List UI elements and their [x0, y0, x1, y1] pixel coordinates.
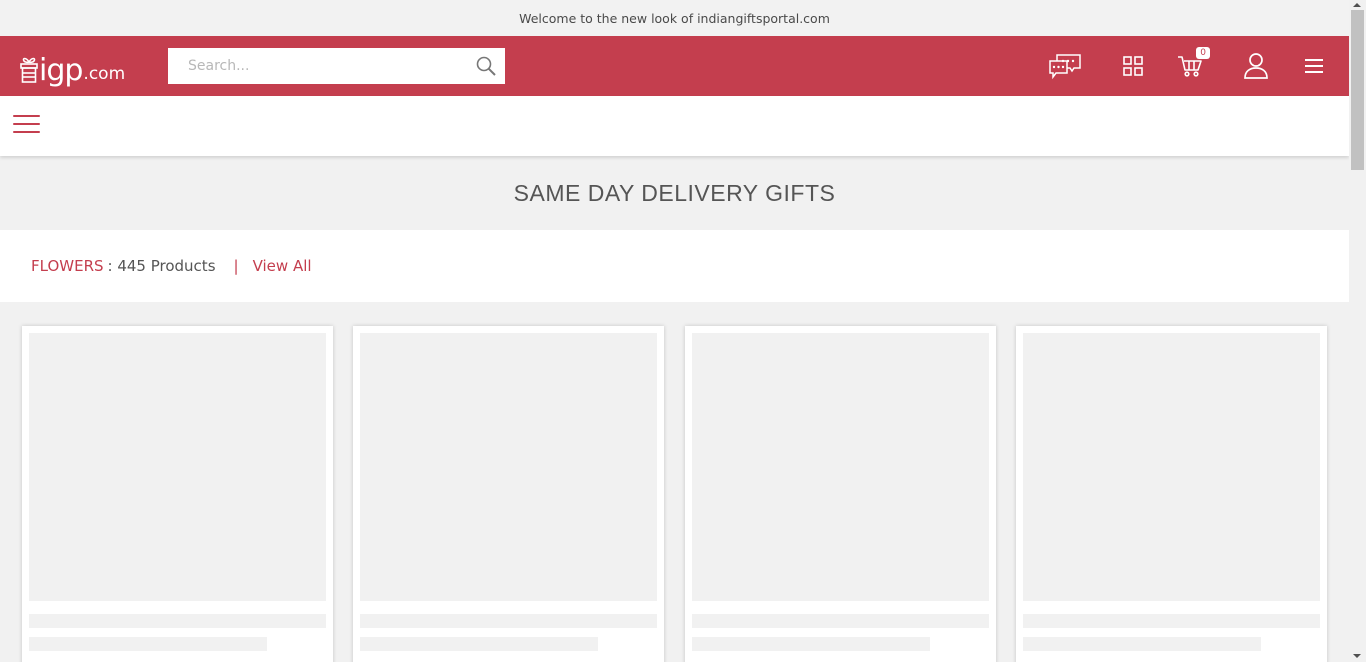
announcement-text: Welcome to the new look of indiangiftspo…	[519, 10, 830, 26]
menu-button[interactable]	[1296, 50, 1332, 82]
product-title-placeholder	[29, 614, 326, 628]
search-icon	[476, 56, 496, 76]
product-card-placeholder[interactable]	[685, 326, 996, 662]
category-header: FLOWERS : 445 Products | View All	[0, 230, 1349, 302]
scrollbar-thumb[interactable]	[1351, 10, 1364, 170]
vertical-scrollbar[interactable]	[1349, 0, 1366, 662]
site-logo[interactable]: igp .com	[20, 46, 125, 86]
product-image-placeholder	[692, 333, 989, 601]
product-count: : 445 Products	[107, 257, 216, 275]
category-name: FLOWERS	[31, 257, 104, 275]
logo-suffix: .com	[83, 64, 126, 84]
search-bar	[168, 48, 505, 84]
gift-logo-icon	[20, 57, 38, 83]
search-input[interactable]	[168, 48, 467, 84]
user-icon	[1244, 53, 1268, 79]
product-price-placeholder	[692, 637, 930, 651]
product-card-placeholder[interactable]	[353, 326, 664, 662]
product-image-placeholder	[1023, 333, 1320, 601]
product-title-placeholder	[360, 614, 657, 628]
grid-icon	[1123, 56, 1143, 76]
account-button[interactable]	[1238, 50, 1274, 82]
product-card-placeholder[interactable]	[22, 326, 333, 662]
search-button[interactable]	[467, 48, 505, 84]
product-price-placeholder	[360, 637, 598, 651]
category-menu-icon[interactable]	[13, 114, 41, 134]
product-price-placeholder	[29, 637, 267, 651]
product-title-placeholder	[1023, 614, 1320, 628]
product-title-placeholder	[692, 614, 989, 628]
product-image-placeholder	[360, 333, 657, 601]
view-all-link[interactable]: View All	[253, 257, 312, 275]
logo-text: igp	[39, 53, 83, 88]
scroll-up-arrow-icon[interactable]	[1353, 3, 1361, 7]
sub-navigation	[0, 96, 1349, 156]
product-card-placeholder[interactable]	[1016, 326, 1327, 662]
chat-bubbles-icon	[1049, 54, 1081, 80]
chat-button[interactable]	[1047, 50, 1083, 82]
product-image-placeholder	[29, 333, 326, 601]
product-price-placeholder	[1023, 637, 1261, 651]
cart-count-badge: 0	[1196, 47, 1210, 59]
hamburger-menu-icon	[1305, 59, 1323, 73]
scroll-down-arrow-icon[interactable]	[1353, 654, 1361, 658]
cart-button[interactable]: 0	[1172, 47, 1210, 82]
categories-button[interactable]	[1115, 50, 1151, 82]
announcement-bar: Welcome to the new look of indiangiftspo…	[0, 0, 1349, 36]
separator: |	[233, 257, 239, 275]
site-header: igp .com Search... 0	[0, 36, 1349, 96]
page: Welcome to the new look of indiangiftspo…	[0, 0, 1349, 662]
page-title: SAME DAY DELIVERY GIFTS	[513, 179, 836, 206]
